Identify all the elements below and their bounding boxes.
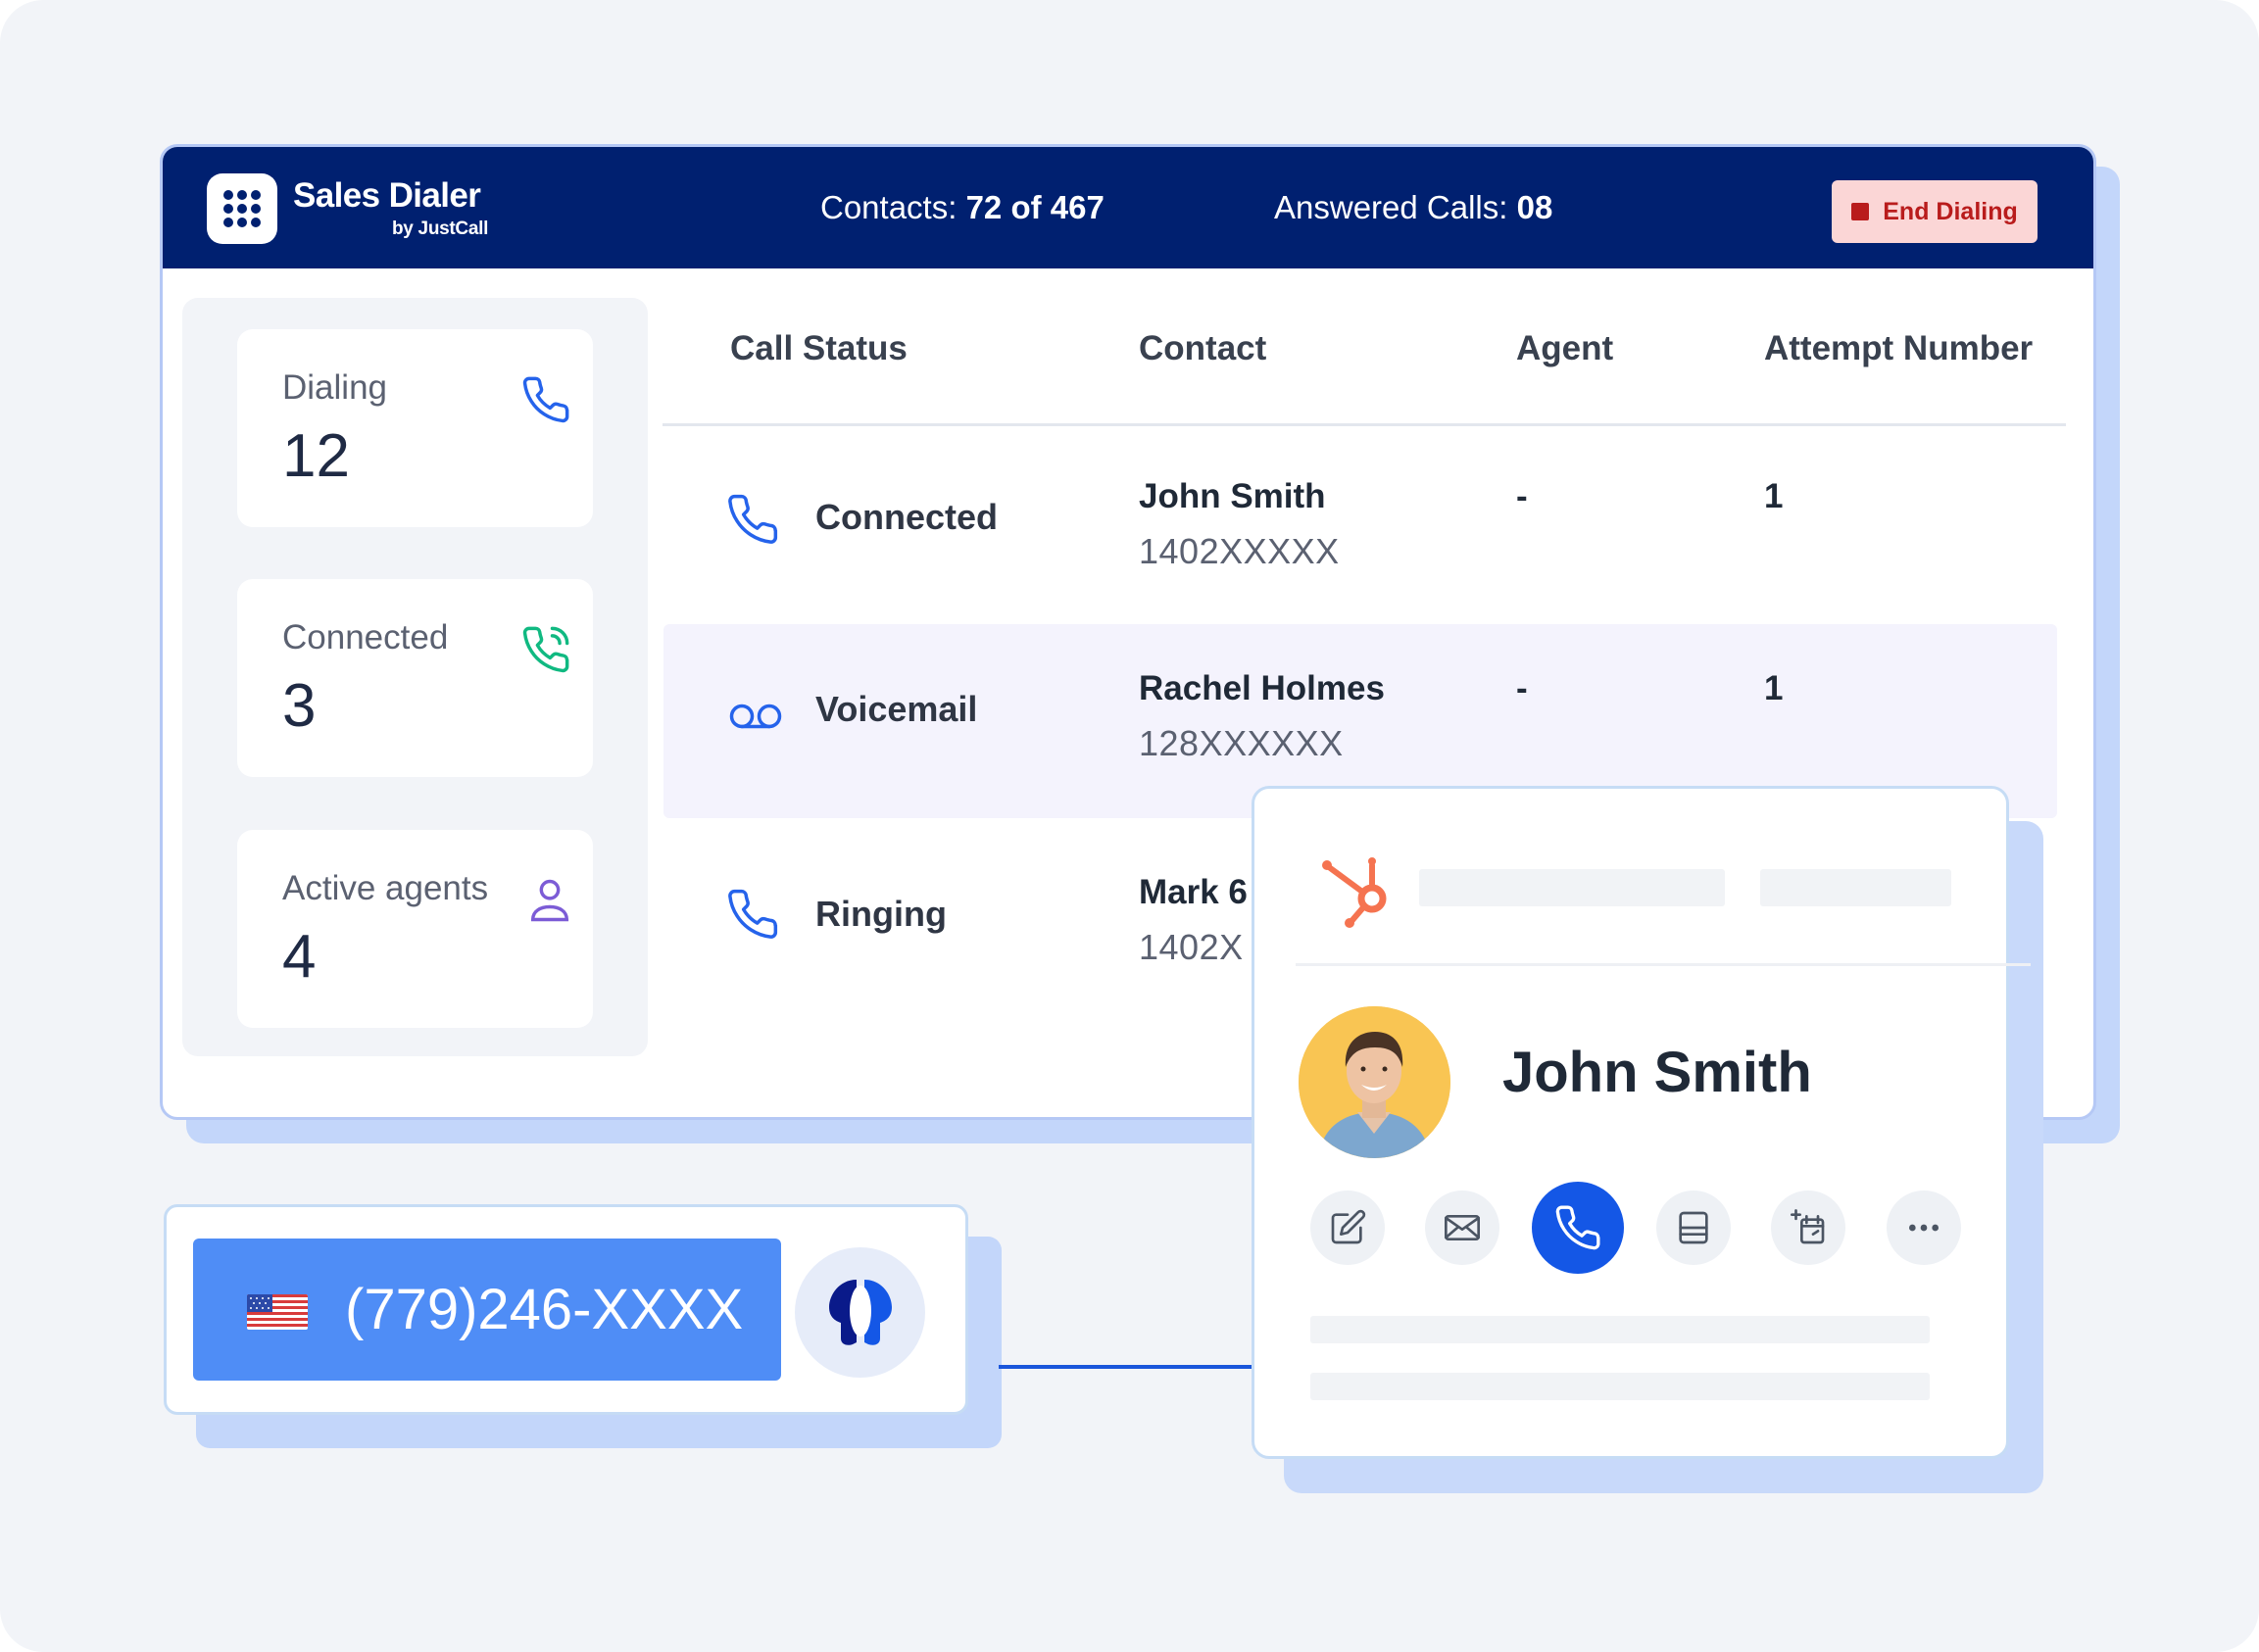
stat-card-active-agents: Active agents 4	[237, 830, 593, 1028]
placeholder-bar	[1419, 869, 1725, 906]
call-status: Ringing	[815, 894, 947, 934]
attempt-cell: 1	[1764, 477, 1784, 515]
call-button[interactable]	[1532, 1182, 1624, 1274]
dial-number-button[interactable]: (779)246-XXXX	[193, 1239, 781, 1381]
agent-cell: -	[1516, 477, 1528, 515]
stop-icon	[1851, 203, 1870, 220]
call-status: Connected	[815, 497, 999, 537]
contact-number: 1402X	[1139, 927, 1244, 967]
column-agent: Agent	[1516, 329, 1614, 367]
edit-icon	[1331, 1209, 1366, 1244]
contact-name: John Smith	[1139, 477, 1326, 515]
schedule-button[interactable]	[1771, 1190, 1845, 1265]
ai-assistant-button[interactable]	[795, 1247, 925, 1378]
brand: Sales Dialer by JustCall	[293, 176, 488, 239]
stat-card-dialing: Dialing 12	[237, 329, 593, 527]
ai-assistant-icon	[829, 1280, 892, 1345]
call-icon	[1555, 1205, 1600, 1250]
calendar-add-icon	[1791, 1209, 1825, 1244]
placeholder-bar	[1310, 1316, 1930, 1343]
contact-name: Rachel Holmes	[1139, 669, 1385, 707]
placeholder-bar	[1310, 1373, 1930, 1400]
us-flag-icon	[247, 1294, 308, 1330]
brand-name: Sales Dialer	[293, 176, 481, 215]
contact-number: 128XXXXXX	[1139, 723, 1344, 763]
call-status: Voicemail	[815, 689, 978, 729]
phone-icon	[522, 376, 569, 423]
phone-ringing-icon	[522, 626, 569, 673]
hubspot-icon	[1322, 857, 1387, 928]
list-button[interactable]	[1656, 1190, 1731, 1265]
contact-name: Mark 6	[1139, 873, 1248, 911]
stat-value: 12	[282, 422, 350, 490]
table-header-divider	[663, 423, 2066, 426]
dialer-card: (779)246-XXXX	[164, 1204, 968, 1415]
edit-button[interactable]	[1310, 1190, 1385, 1265]
end-dialing-label: End Dialing	[1883, 197, 2018, 225]
stats-panel: Dialing 12 Connected 3 Active agents 4	[182, 298, 648, 1056]
header-bar: Sales Dialer by JustCall Contacts: 72 of…	[163, 147, 2093, 268]
card-divider	[1296, 963, 2031, 966]
stat-label: Connected	[282, 618, 449, 656]
column-call-status: Call Status	[730, 329, 908, 367]
background: Sales Dialer by JustCall Contacts: 72 of…	[0, 0, 2259, 1652]
placeholder-bar	[1760, 869, 1951, 906]
more-icon	[1909, 1224, 1939, 1232]
list-icon	[1679, 1211, 1708, 1244]
answered-calls: Answered Calls: 08	[1274, 188, 1552, 227]
answered-value: 08	[1516, 189, 1553, 225]
stat-card-connected: Connected 3	[237, 579, 593, 777]
contacts-value: 72 of 467	[965, 189, 1105, 225]
phone-number: (779)246-XXXX	[345, 1278, 744, 1341]
stat-label: Dialing	[282, 368, 387, 407]
attempt-cell: 1	[1764, 669, 1784, 707]
contact-number: 1402XXXXX	[1139, 531, 1340, 571]
email-button[interactable]	[1425, 1190, 1499, 1265]
phone-icon	[728, 494, 778, 544]
user-icon	[530, 879, 569, 922]
brand-subtitle: by JustCall	[392, 219, 489, 239]
more-button[interactable]	[1887, 1190, 1961, 1265]
answered-label: Answered Calls:	[1274, 189, 1508, 225]
contact-name: John Smith	[1502, 1041, 1812, 1104]
stat-value: 4	[282, 923, 317, 991]
stat-value: 3	[282, 672, 317, 740]
end-dialing-button[interactable]: End Dialing	[1832, 180, 2038, 243]
phone-icon	[728, 889, 778, 939]
avatar	[1299, 1006, 1450, 1158]
agent-cell: -	[1516, 669, 1528, 707]
column-attempt-number: Attempt Number	[1764, 329, 2034, 367]
app-logo-icon	[207, 173, 277, 244]
column-contact: Contact	[1139, 329, 1267, 367]
contacts-label: Contacts:	[820, 189, 958, 225]
avatar-photo	[1299, 1006, 1450, 1158]
contacts-progress: Contacts: 72 of 467	[820, 188, 1105, 227]
voicemail-icon	[729, 704, 782, 729]
email-icon	[1445, 1215, 1480, 1240]
contact-card: John Smith	[1252, 786, 2031, 1459]
stat-label: Active agents	[282, 869, 489, 907]
